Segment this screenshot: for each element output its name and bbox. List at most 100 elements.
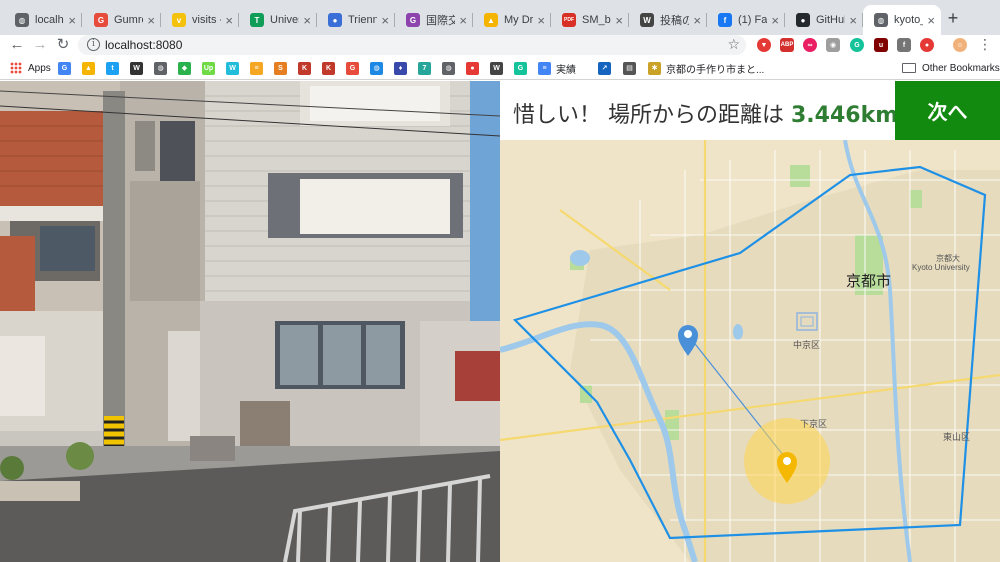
bookmark-item[interactable]: ● — [466, 61, 484, 75]
bee-icon: ✱ — [648, 61, 661, 75]
bookmark-item[interactable]: ◍ — [442, 61, 460, 75]
street-view-panorama[interactable] — [0, 81, 500, 562]
close-icon[interactable]: × — [537, 13, 545, 28]
bookmark-item[interactable]: ≡ 実績 — [538, 61, 576, 76]
tab[interactable]: ● Trienna× — [317, 5, 395, 35]
close-icon[interactable]: × — [225, 13, 233, 28]
new-tab-button[interactable]: + — [943, 8, 963, 28]
close-icon[interactable]: × — [68, 13, 76, 28]
info-icon[interactable]: i — [87, 38, 100, 51]
bookmark-item[interactable]: 7 — [418, 61, 436, 75]
twitter-icon: t — [106, 61, 119, 75]
tab[interactable]: G 国際交流× — [395, 5, 473, 35]
tab-strip: ◍localho×GGumroa×vvisits -×TUnivers×●Tri… — [0, 0, 1000, 35]
close-icon[interactable]: × — [459, 13, 467, 28]
bookmark-item[interactable]: Apps — [10, 61, 51, 75]
bookmark-item[interactable]: W — [130, 61, 148, 75]
bookmark-star-icon[interactable]: ☆ — [727, 36, 740, 53]
bookmark-item[interactable]: t — [106, 61, 124, 75]
bookmark-item[interactable]: S — [274, 61, 292, 75]
bookmark-item[interactable]: ◍ — [154, 61, 172, 75]
tab[interactable]: v visits - × — [161, 5, 239, 35]
bookmark-item[interactable]: G — [514, 61, 532, 75]
tab[interactable]: f (1) Face× — [707, 5, 785, 35]
bookmark-item[interactable]: Up — [202, 61, 220, 75]
menu-icon[interactable]: ⋮ — [978, 36, 992, 53]
tab[interactable]: ◍ kyoto_g × — [863, 5, 941, 35]
wordpress-icon: W — [490, 61, 503, 75]
next-button[interactable]: 次へ — [895, 81, 1000, 140]
adblock-extension-icon[interactable]: ABP — [780, 38, 794, 52]
ublock-extension-icon[interactable]: u — [874, 38, 888, 52]
gumroad-icon: G — [346, 61, 359, 75]
forward-button[interactable]: → — [31, 36, 49, 54]
globe-icon: ◍ — [15, 13, 29, 27]
wordpress-icon: W — [640, 13, 654, 27]
exchange-icon: G — [406, 13, 420, 27]
wikipedia-icon: W — [130, 61, 143, 75]
bookmark-item[interactable]: ▤ — [623, 61, 641, 75]
bookmark-label: Apps — [28, 62, 51, 74]
address-url[interactable]: localhost:8080 — [105, 38, 182, 52]
bookmark-item[interactable]: ◆ — [178, 61, 196, 75]
bookmark-item[interactable]: G — [58, 61, 76, 75]
pond — [733, 324, 743, 340]
grammarly-extension-icon[interactable]: G — [850, 38, 864, 52]
bookmark-item[interactable]: ↗ — [598, 61, 616, 75]
bookmark-item[interactable]: W — [226, 61, 244, 75]
docs-icon: ≡ — [538, 61, 551, 75]
reload-button[interactable]: ↻ — [54, 36, 72, 54]
camera-extension-icon[interactable]: ◉ — [826, 38, 840, 52]
close-icon[interactable]: × — [381, 13, 389, 28]
tab-label: GitHub — [816, 14, 845, 26]
university-icon: T — [250, 13, 264, 27]
bookmark-item[interactable]: ≡ — [250, 61, 268, 75]
tab[interactable]: G Gumroa × — [83, 5, 161, 35]
tab[interactable]: W 投稿の編× — [629, 5, 707, 35]
result-map[interactable]: 京都市 京都大 Kyoto University 中京区 下京区 東山区 — [500, 140, 1000, 562]
google-drive-icon: ▲ — [82, 61, 95, 75]
facebook-extension-icon[interactable]: f — [897, 38, 911, 52]
kyoto-u-icon: K — [322, 61, 335, 75]
page-content: 惜しい！ 場所からの距離は 3.446km。 次へ — [0, 81, 1000, 562]
extension-icon[interactable]: ∞ — [803, 38, 817, 52]
close-icon[interactable]: × — [693, 13, 701, 28]
github-icon: ● — [796, 13, 810, 27]
bookmark-item[interactable]: K — [322, 61, 340, 75]
result-panel: 惜しい！ 場所からの距離は 3.446km。 次へ — [500, 81, 1000, 562]
extension-icon[interactable]: ● — [920, 38, 934, 52]
profile-avatar[interactable]: ☺ — [953, 38, 967, 52]
tab[interactable]: ◍ localho × — [4, 5, 82, 35]
close-icon[interactable]: × — [771, 13, 779, 28]
tab[interactable]: ● GitHub × — [785, 5, 863, 35]
tab-label: Univers — [270, 14, 299, 26]
tab[interactable]: ▲ My Driv× — [473, 5, 551, 35]
bookmark-item[interactable]: ✱ 京都の手作り市まと... — [648, 61, 764, 76]
close-icon[interactable]: × — [849, 13, 857, 28]
bookmark-item[interactable]: ♦ — [394, 61, 412, 75]
back-button[interactable]: ← — [8, 36, 26, 54]
tab[interactable]: T Univers × — [239, 5, 317, 35]
vivaldi-extension-icon[interactable]: ▼ — [757, 38, 771, 52]
bookmark-item[interactable]: G — [346, 61, 364, 75]
other-bookmarks[interactable]: Other Bookmarks — [902, 61, 1000, 75]
folder-icon — [902, 63, 916, 73]
tab-label: Trienna — [348, 14, 378, 26]
address-bar[interactable]: i localhost:8080 ☆ — [78, 35, 746, 55]
close-icon[interactable]: × — [927, 13, 935, 28]
gumroad-icon: G — [94, 13, 108, 27]
close-icon[interactable]: × — [615, 13, 623, 28]
bookmark-item[interactable]: W — [490, 61, 508, 75]
bookmark-item[interactable]: K — [298, 61, 316, 75]
close-icon[interactable]: × — [303, 13, 311, 28]
tab[interactable]: PDF SM_boo × — [551, 5, 629, 35]
park-area — [910, 190, 922, 208]
tab-label: kyoto_g — [894, 14, 923, 26]
bookmark-item[interactable]: ◍ — [370, 61, 388, 75]
ward-label-shimogyo: 下京区 — [800, 418, 827, 430]
bookmark-item[interactable]: ▲ — [82, 61, 100, 75]
pdf-icon: PDF — [562, 13, 576, 27]
close-icon[interactable]: × — [147, 13, 155, 28]
arrow-icon: ↗ — [598, 61, 611, 75]
tab-label: localho — [35, 14, 64, 26]
